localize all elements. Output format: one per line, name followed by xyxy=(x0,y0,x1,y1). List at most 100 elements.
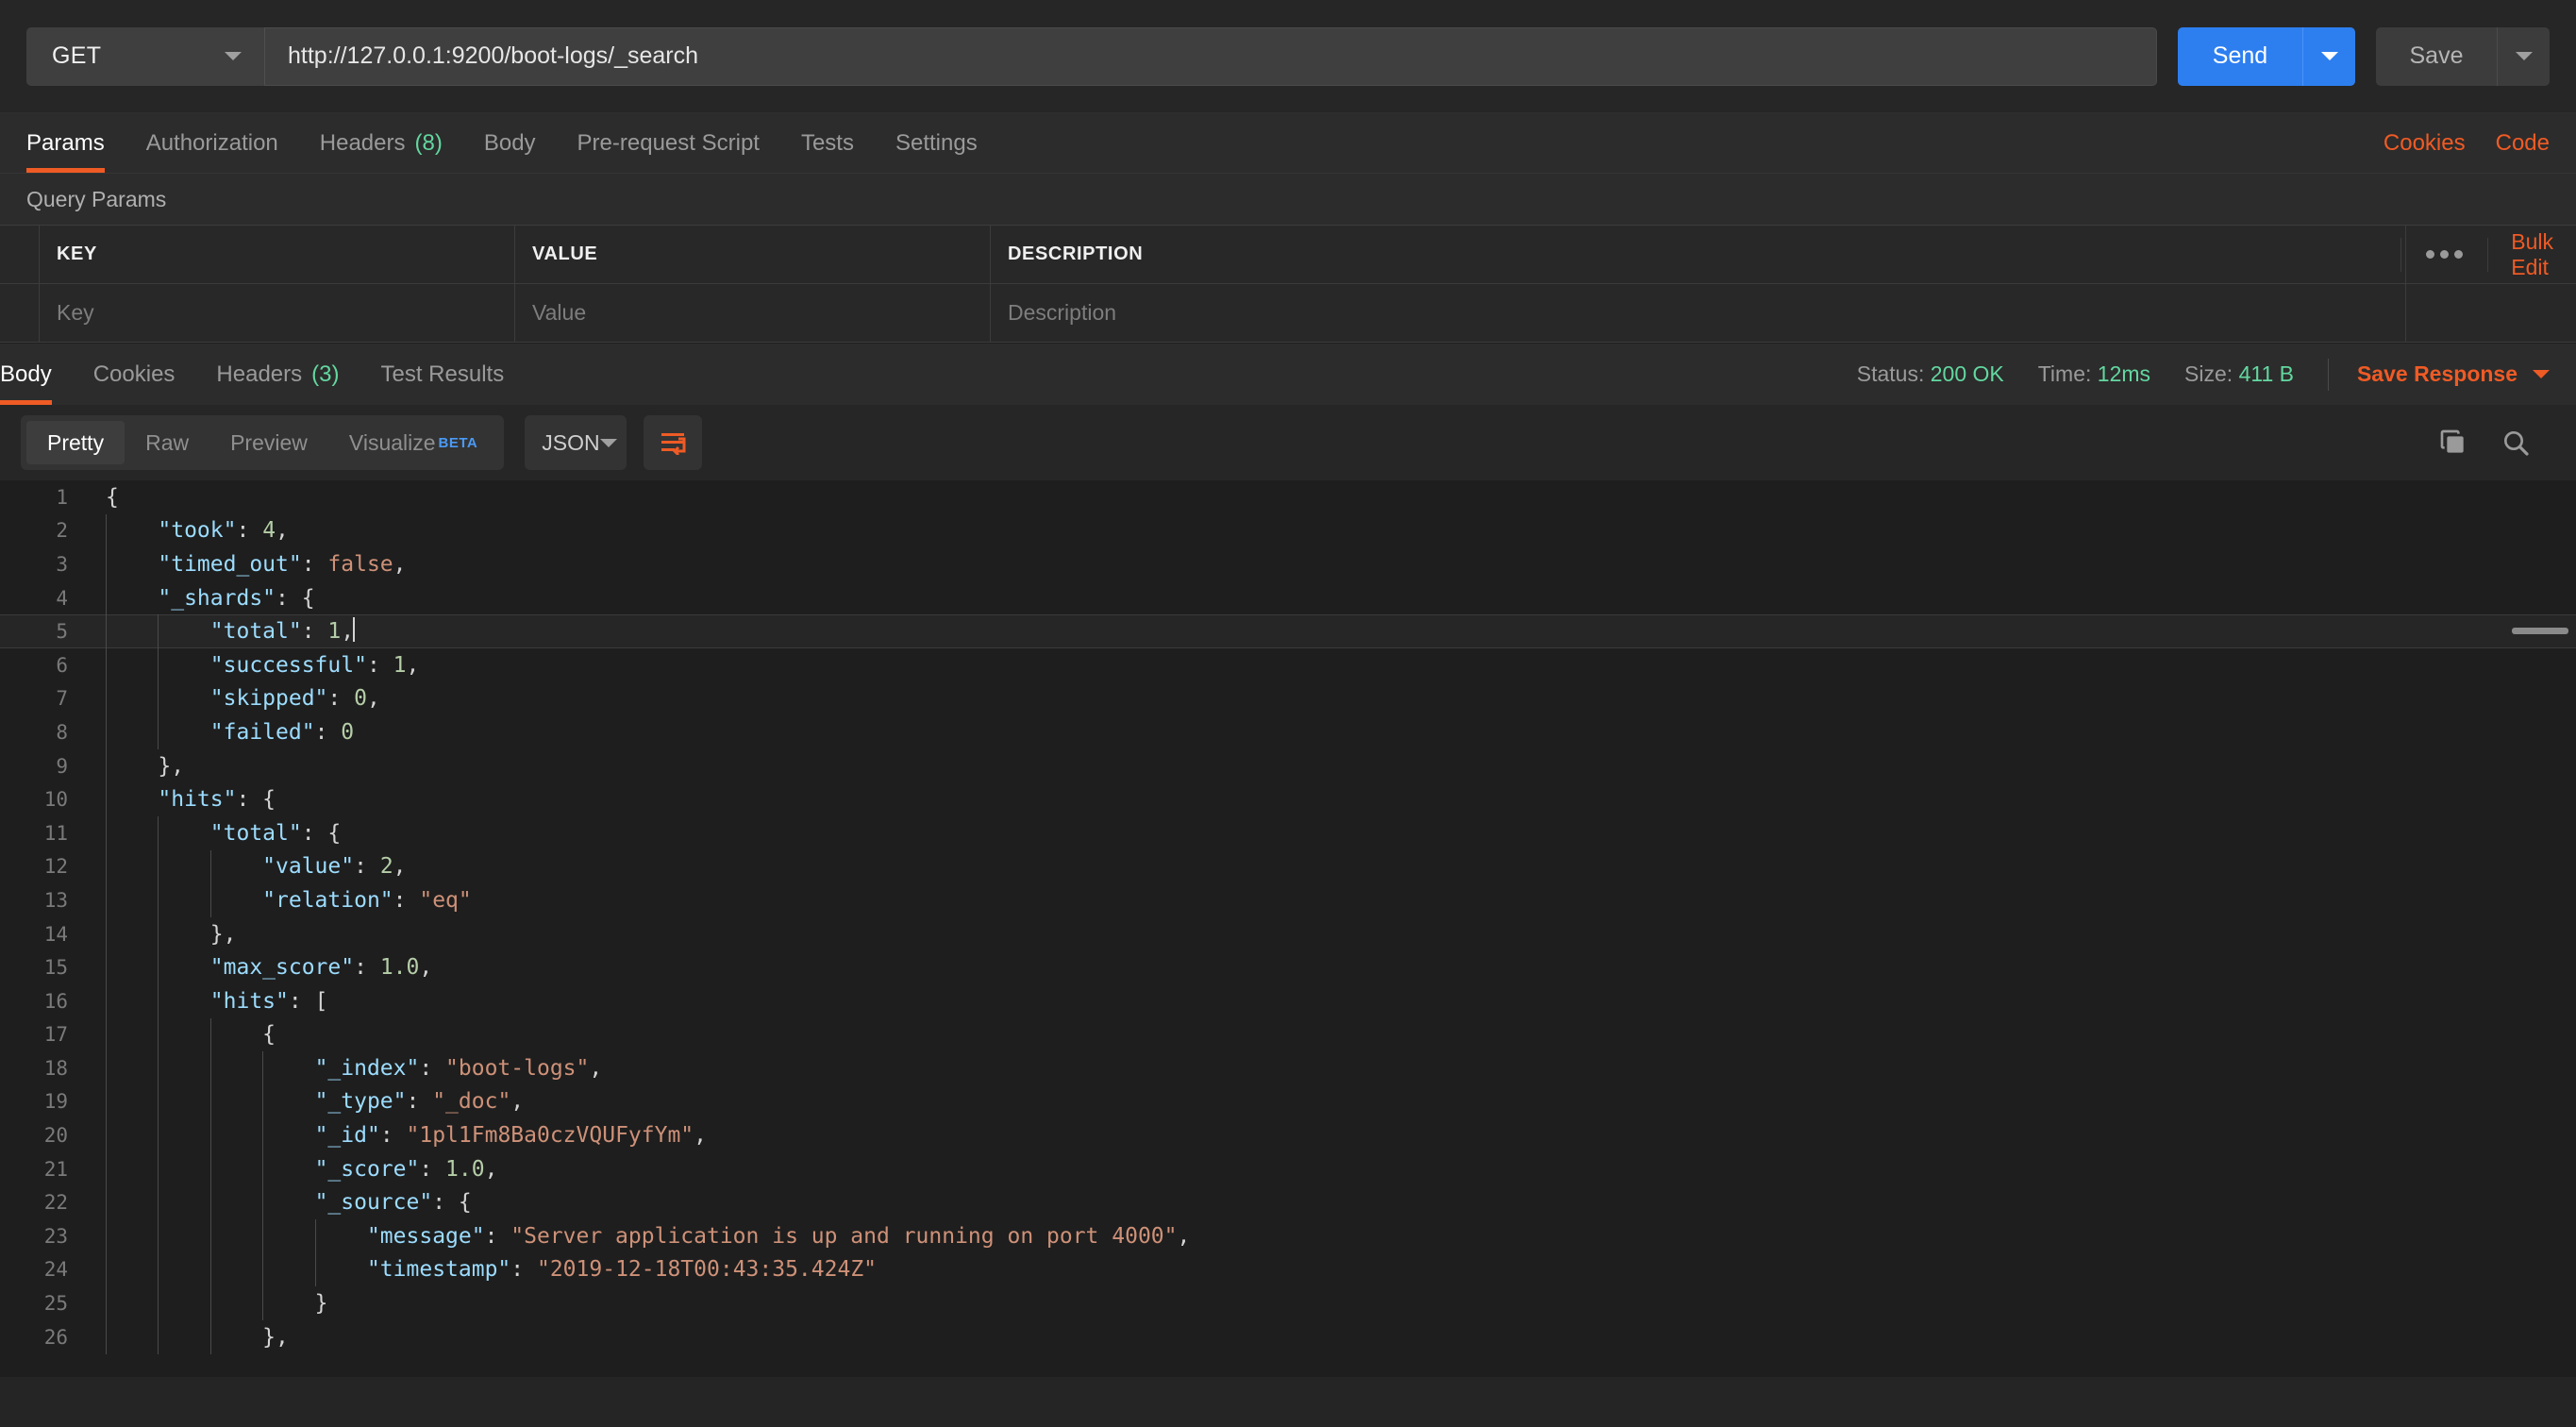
response-format-label: JSON xyxy=(542,429,600,455)
param-description-input[interactable]: Description xyxy=(991,284,2406,342)
code-text: "hits": [ xyxy=(209,988,328,1014)
column-header-label: VALUE xyxy=(532,243,598,264)
chevron-down-icon xyxy=(225,52,242,60)
time-label: Time: xyxy=(2037,361,2092,386)
code-line[interactable]: 2 "took": 4, xyxy=(0,514,2576,548)
line-number: 3 xyxy=(56,552,68,576)
code-line[interactable]: 11 "total": { xyxy=(0,816,2576,850)
code-line[interactable]: 3 "timed_out": false, xyxy=(0,547,2576,581)
tab-authorization[interactable]: Authorization xyxy=(125,113,299,173)
view-preview-button[interactable]: Preview xyxy=(209,421,328,464)
code-line[interactable]: 19 "_type": "_doc", xyxy=(0,1085,2576,1119)
chevron-down-icon xyxy=(2533,370,2550,378)
code-text: { xyxy=(106,484,119,510)
cookies-link[interactable]: Cookies xyxy=(2384,130,2466,157)
code-line[interactable]: 26 }, xyxy=(0,1320,2576,1354)
table-header-row: KEY VALUE DESCRIPTION Bulk Edit xyxy=(0,226,2576,284)
code-line[interactable]: 23 "message": "Server application is up … xyxy=(0,1219,2576,1253)
request-bar: GET http://127.0.0.1:9200/boot-logs/_sea… xyxy=(0,0,2576,113)
code-line[interactable]: 6 "successful": 1, xyxy=(0,648,2576,682)
code-line[interactable]: 15 "max_score": 1.0, xyxy=(0,950,2576,984)
view-pretty-button[interactable]: Pretty xyxy=(26,421,125,464)
tab-headers[interactable]: Headers (8) xyxy=(299,113,463,173)
status-group: Status: 200 OK xyxy=(1857,361,2004,387)
status-value: 200 OK xyxy=(1930,361,2004,386)
tab-settings[interactable]: Settings xyxy=(875,113,998,173)
tab-label: Params xyxy=(26,129,105,156)
bulk-edit-button[interactable]: Bulk Edit xyxy=(2488,229,2576,280)
tab-label: Cookies xyxy=(92,361,176,387)
save-response-label: Save Response xyxy=(2356,361,2517,386)
save-response-button[interactable]: Save Response xyxy=(2357,361,2550,387)
code-line[interactable]: 5 "total": 1, xyxy=(0,614,2576,648)
code-line[interactable]: 14 }, xyxy=(0,917,2576,951)
column-header-label: DESCRIPTION xyxy=(1008,243,1144,264)
code-text: "total": { xyxy=(209,820,342,846)
code-line[interactable]: 1{ xyxy=(0,480,2576,514)
save-button[interactable]: Save xyxy=(2376,26,2497,86)
url-input[interactable]: http://127.0.0.1:9200/boot-logs/_search xyxy=(264,26,2157,86)
response-body-editor[interactable]: 1{2 "took": 4, 3 "timed_out": false, 4 "_s… xyxy=(0,480,2576,1377)
table-row[interactable]: Key Value Description xyxy=(0,284,2576,343)
code-text: "hits": { xyxy=(158,787,276,813)
code-line[interactable]: 10 "hits": { xyxy=(0,782,2576,816)
size-group: Size: 411 B xyxy=(2184,361,2294,387)
code-line[interactable]: 4 "_shards": { xyxy=(0,581,2576,615)
tab-label: Body xyxy=(483,129,536,156)
code-line[interactable]: 20 "_id": "1pl1Fm8Ba0czVQUFyfYm", xyxy=(0,1118,2576,1152)
param-key-input[interactable]: Key xyxy=(40,284,515,342)
code-link[interactable]: Code xyxy=(2496,130,2550,157)
view-raw-button[interactable]: Raw xyxy=(125,421,209,464)
code-line[interactable]: 8 "failed": 0 xyxy=(0,715,2576,749)
ellipsis-icon[interactable] xyxy=(2400,237,2489,272)
line-number: 17 xyxy=(43,1023,68,1047)
response-tab-headers[interactable]: Headers (3) xyxy=(195,344,360,405)
code-lines-container: 1{2 "took": 4, 3 "timed_out": false, 4 "_s… xyxy=(0,480,2576,1353)
code-text: "message": "Server application is up and… xyxy=(366,1223,1191,1249)
tab-tests[interactable]: Tests xyxy=(780,113,875,173)
send-options-button[interactable] xyxy=(2302,26,2355,86)
copy-button[interactable] xyxy=(2438,428,2468,458)
response-tab-body[interactable]: Body xyxy=(0,344,73,405)
code-line[interactable]: 12 "value": 2, xyxy=(0,850,2576,884)
code-line[interactable]: 16 "hits": [ xyxy=(0,984,2576,1018)
response-tabs: Body Cookies Headers (3) Test Results St… xyxy=(0,343,2576,405)
tab-body[interactable]: Body xyxy=(463,113,557,173)
code-text: "timed_out": false, xyxy=(158,551,407,577)
editor-horizontal-scrollbar[interactable] xyxy=(2512,628,2568,635)
line-number: 4 xyxy=(56,586,68,610)
tab-params[interactable]: Params xyxy=(26,113,125,173)
code-line[interactable]: 24 "timestamp": "2019-12-18T00:43:35.424… xyxy=(0,1253,2576,1287)
http-method-select[interactable]: GET xyxy=(26,26,264,86)
word-wrap-toggle[interactable] xyxy=(644,415,703,470)
code-line[interactable]: 21 "_score": 1.0, xyxy=(0,1152,2576,1186)
tab-label: Pre-request Script xyxy=(577,129,760,156)
code-line[interactable]: 22 "_source": { xyxy=(0,1185,2576,1219)
beta-badge: BETA xyxy=(438,434,478,451)
code-line[interactable]: 18 "_index": "boot-logs", xyxy=(0,1051,2576,1085)
view-visualize-button[interactable]: Visualize BETA xyxy=(328,421,498,464)
row-checkbox-cell[interactable] xyxy=(0,284,40,342)
code-line[interactable]: 13 "relation": "eq" xyxy=(0,883,2576,917)
response-tab-cookies[interactable]: Cookies xyxy=(73,344,196,405)
code-line[interactable]: 7 "skipped": 0, xyxy=(0,682,2576,716)
tab-count-badge: (3) xyxy=(311,361,340,387)
save-options-button[interactable] xyxy=(2497,26,2550,86)
http-method-label: GET xyxy=(52,42,102,69)
line-number: 19 xyxy=(43,1090,68,1114)
code-line[interactable]: 25 } xyxy=(0,1286,2576,1320)
code-text: }, xyxy=(158,753,185,779)
response-format-select[interactable]: JSON xyxy=(525,415,627,470)
param-value-input[interactable]: Value xyxy=(515,284,991,342)
code-line[interactable]: 17 { xyxy=(0,1018,2576,1052)
word-wrap-icon xyxy=(661,433,686,455)
search-button[interactable] xyxy=(2501,428,2531,458)
code-line[interactable]: 9 }, xyxy=(0,749,2576,783)
code-text: "relation": "eq" xyxy=(262,887,472,913)
line-number: 21 xyxy=(43,1157,68,1181)
response-tab-test-results[interactable]: Test Results xyxy=(360,344,525,405)
send-button[interactable]: Send xyxy=(2178,26,2302,86)
chevron-down-icon xyxy=(599,438,617,447)
tab-label: Body xyxy=(0,361,52,387)
tab-pre-request-script[interactable]: Pre-request Script xyxy=(557,113,780,173)
